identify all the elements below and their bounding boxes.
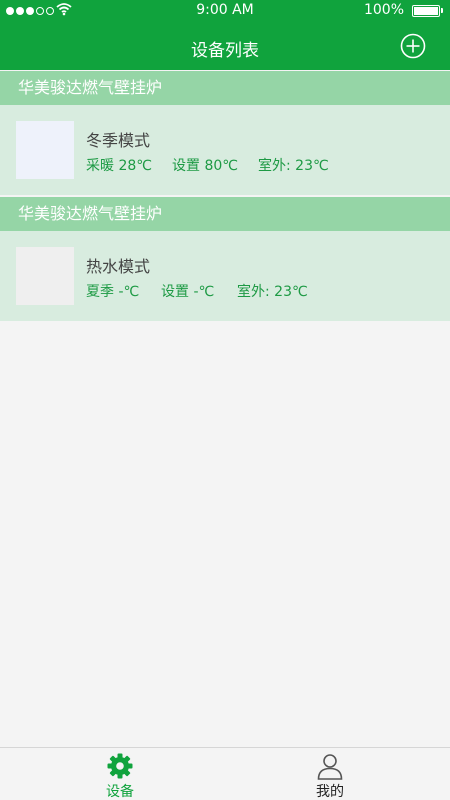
device-card-winter[interactable]: 冬季模式 采暖 28℃ 设置 80℃ 室外: 23℃ — [0, 105, 450, 195]
stat-heating: 采暖 28℃ — [86, 158, 152, 174]
tab-label: 我的 — [316, 784, 344, 800]
tab-mine[interactable]: 我的 — [270, 748, 390, 800]
tab-bar: 设备 我的 — [0, 747, 450, 800]
stat-outdoor: 室外: 23℃ — [237, 284, 308, 300]
stat-setpoint: 设置 -℃ — [161, 284, 215, 300]
device-thumbnail — [16, 121, 74, 179]
tab-devices[interactable]: 设备 — [60, 748, 180, 800]
battery-tip — [441, 8, 443, 13]
stat-summer: 夏季 -℃ — [86, 284, 140, 300]
device-card-hotwater[interactable]: 热水模式 夏季 -℃ 设置 -℃ 室外: 23℃ — [0, 231, 450, 321]
battery-icon — [412, 5, 440, 17]
page-title: 设备列表 — [191, 41, 259, 61]
device-group-header: 华美骏达燃气壁挂炉 — [0, 197, 450, 231]
device-group-header: 华美骏达燃气壁挂炉 — [0, 71, 450, 105]
gear-icon — [107, 753, 133, 779]
device-mode-label: 冬季模式 — [86, 131, 151, 150]
header: 9:00 AM 100% 设备列表 — [0, 0, 450, 70]
battery-percentage: 100% — [363, 2, 404, 18]
stat-setpoint: 设置 80℃ — [172, 158, 238, 174]
stat-outdoor: 室外: 23℃ — [258, 158, 329, 174]
status-bar: 9:00 AM 100% — [0, 0, 450, 22]
person-icon — [317, 754, 343, 780]
add-device-button[interactable] — [400, 33, 426, 59]
device-thumbnail — [16, 247, 74, 305]
app-screen: 9:00 AM 100% 设备列表 华美骏达燃气壁挂炉 冬季模式 采暖 28℃ … — [0, 0, 450, 800]
tab-label: 设备 — [106, 784, 134, 800]
device-mode-label: 热水模式 — [86, 257, 151, 276]
